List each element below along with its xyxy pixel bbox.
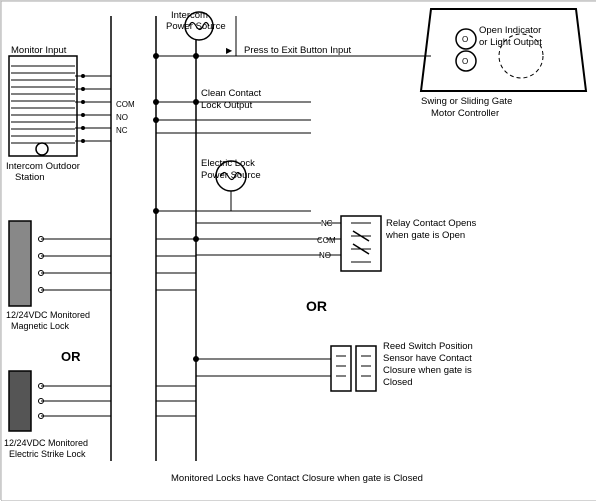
nc-label: NC [116,126,128,135]
relay-contact-label2: when gate is Open [385,230,465,241]
reed-switch-label4: Closed [383,377,413,388]
strike-lock-label2: Electric Strike Lock [9,449,86,459]
reed-switch-label3: Closure when gate is [383,365,472,376]
intercom-power-label: Intercom [171,10,208,21]
swing-gate-label2: Motor Controller [431,108,499,119]
clean-contact-label: Clean Contact [201,88,262,99]
pto-arrow: ▶ [226,46,233,55]
intercom-outdoor-label: Intercom Outdoor [6,161,80,172]
circle-o2-label: O [462,57,468,66]
intercom-outdoor-label2: Station [15,172,45,183]
relay-com-label: COM [317,236,336,245]
or1-label: OR [61,349,81,364]
wiring-diagram: Monitor Input Intercom Outdoor Station [0,0,596,500]
circle-o-label: O [462,35,468,44]
swing-gate-label: Swing or Sliding Gate [421,96,512,107]
or2-label: OR [306,298,327,314]
mag-lock-label2: Magnetic Lock [11,321,70,331]
com-label: COM [116,100,135,109]
open-indicator-label: Open Indicator [479,25,541,36]
reed-switch-label2: Sensor have Contact [383,353,472,364]
monitor-input-label: Monitor Input [11,45,67,56]
intercom-power-label2: Power Source [166,21,226,32]
relay-contact-label: Relay Contact Opens [386,218,477,229]
electric-lock-power-label2: Power Source [201,170,261,181]
open-indicator-label2: or Light Output [479,37,542,48]
monitored-locks-label: Monitored Locks have Contact Closure whe… [171,473,423,484]
press-to-exit-label: Press to Exit Button Input [244,45,352,56]
mag-lock-label: 12/24VDC Monitored [6,310,90,320]
electric-lock-power-label: Electric Lock [201,158,255,169]
reed-switch-label: Reed Switch Position [383,341,473,352]
strike-lock-label: 12/24VDC Monitored [4,438,88,448]
no-label: NO [116,113,128,122]
